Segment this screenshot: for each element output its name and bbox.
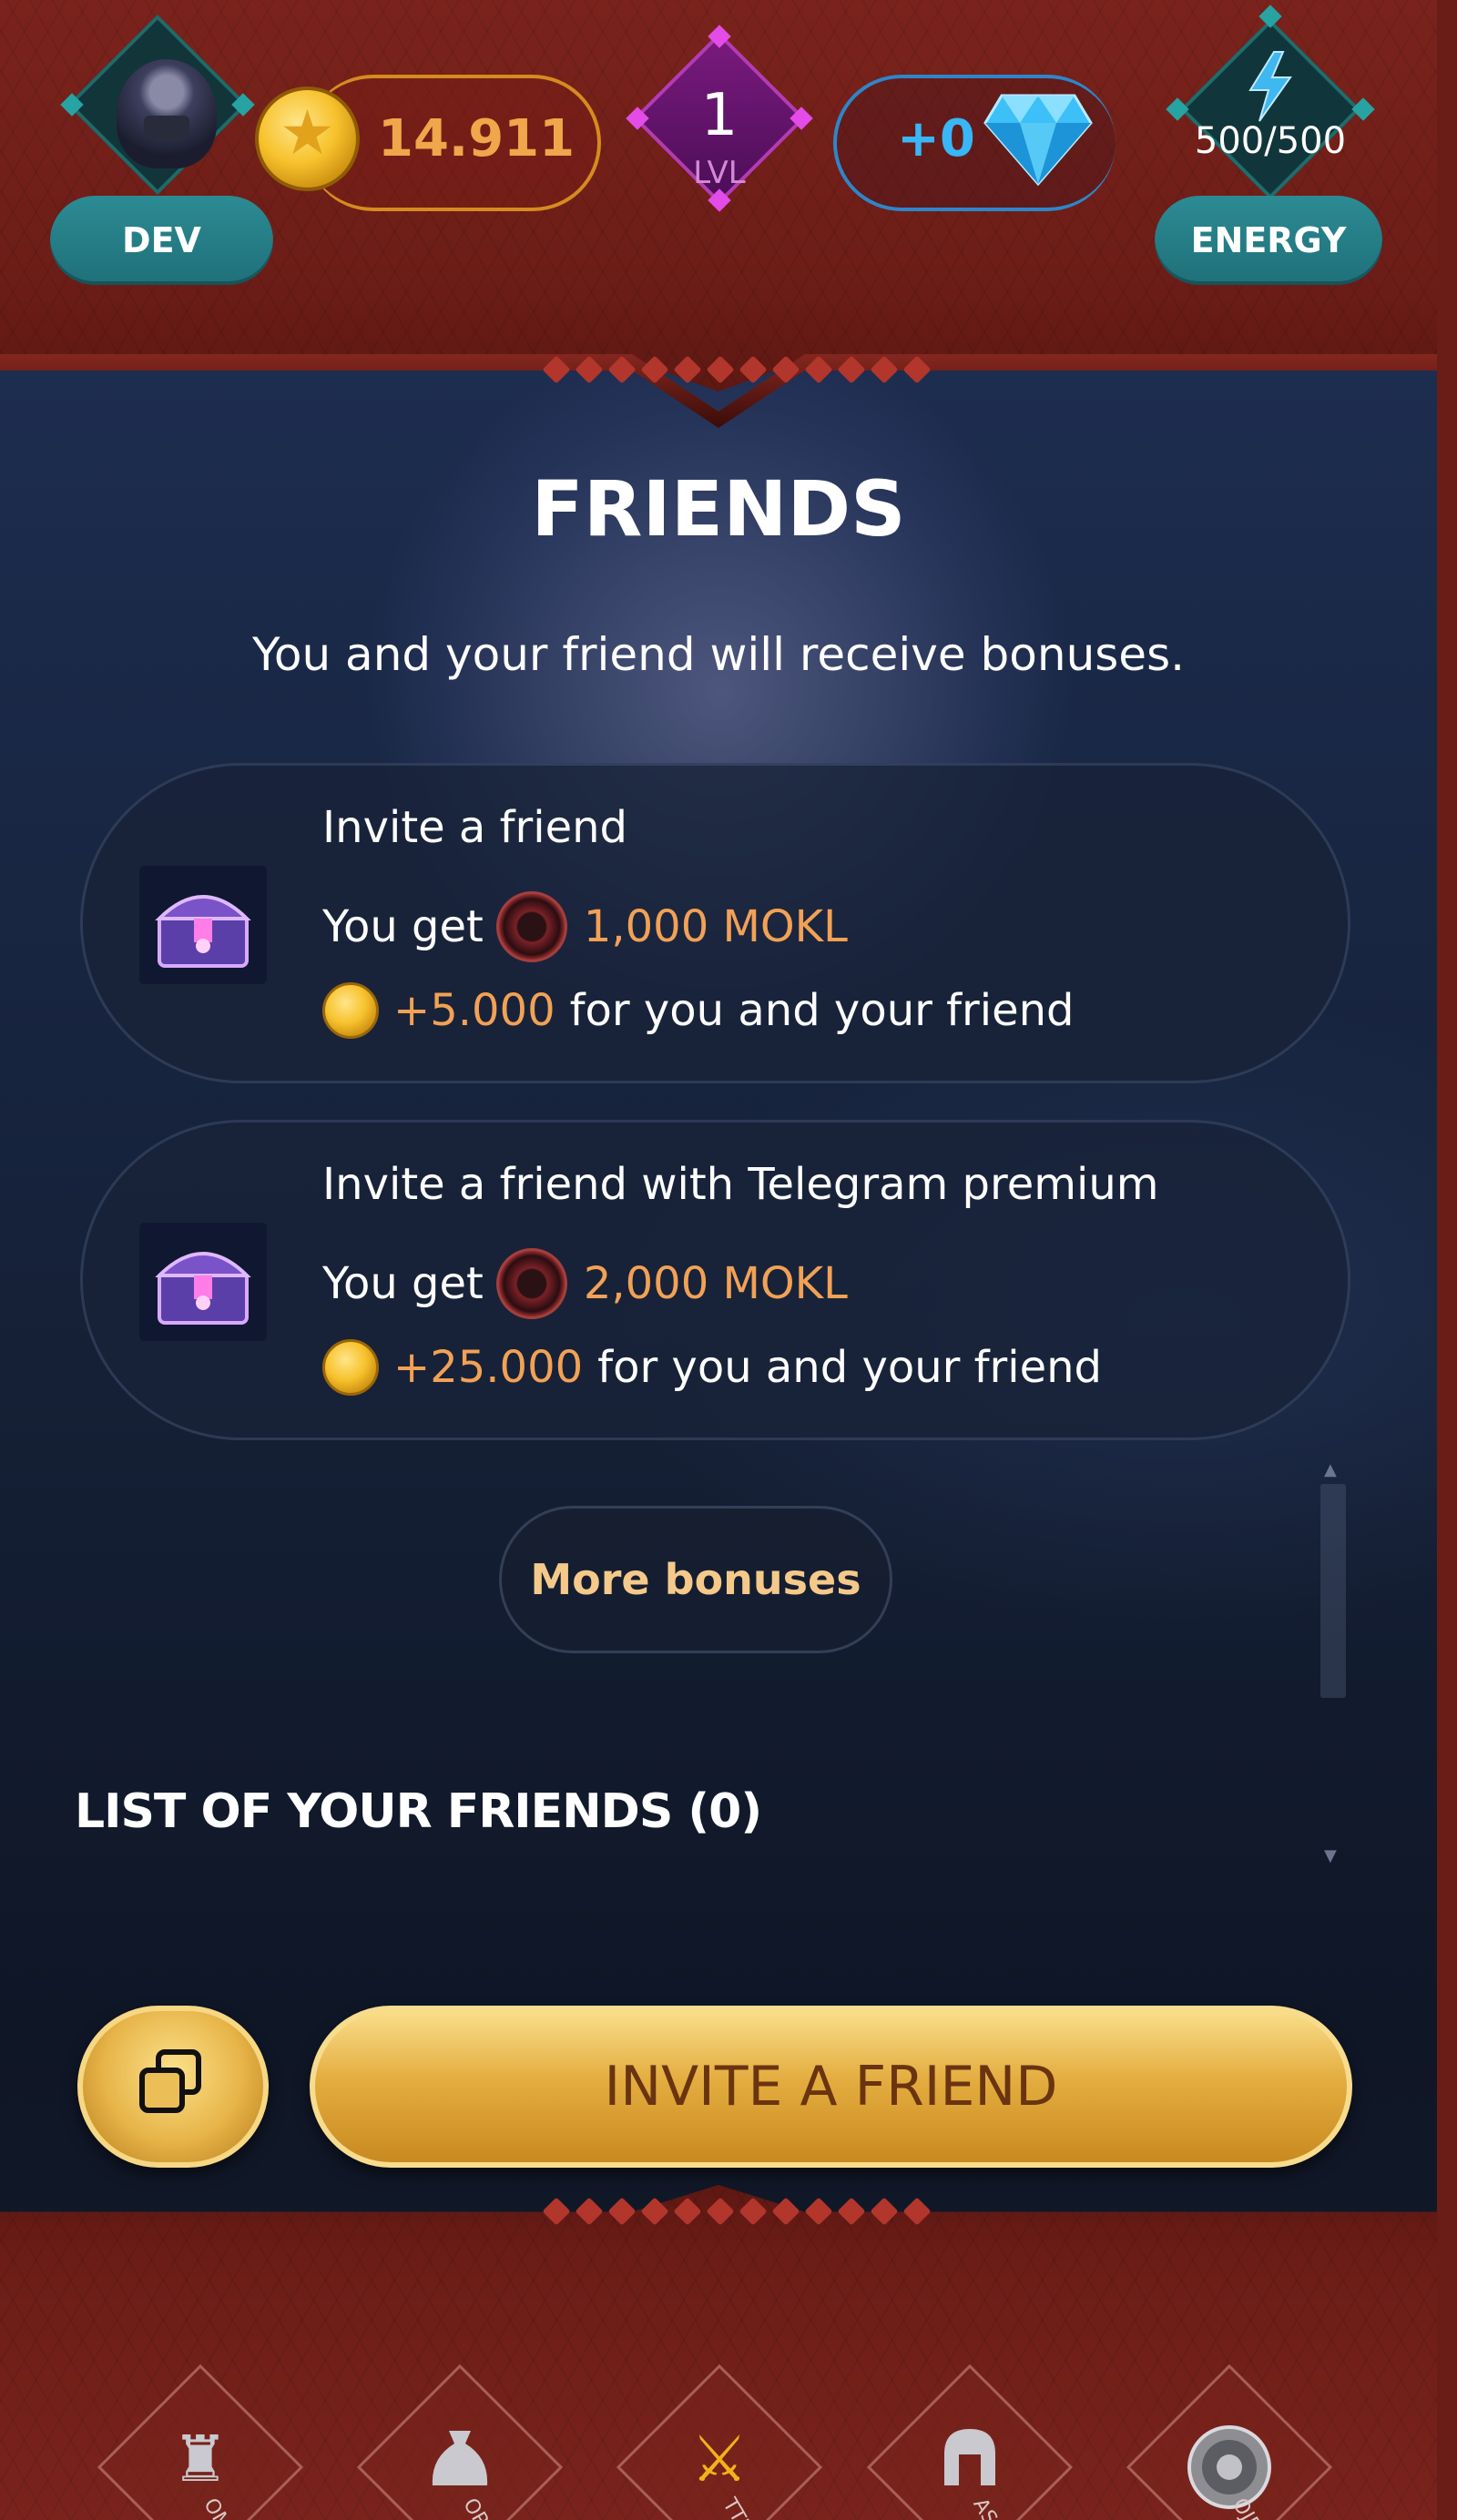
bonus-card-invite-premium-friend: Invite a friend with Telegram premium Yo… bbox=[80, 1120, 1350, 1440]
profile-button[interactable]: DEV bbox=[50, 196, 273, 285]
lightning-bolt-icon bbox=[1248, 51, 1292, 122]
scroll-down-arrow[interactable]: ▼ bbox=[1324, 1846, 1337, 1865]
bonus-card-invite-friend: Invite a friend You get 1,000 MOKL +5.00… bbox=[80, 763, 1350, 1083]
bottom-ornament bbox=[542, 2197, 932, 2226]
mokl-reward: 1,000 MOKL bbox=[583, 901, 848, 952]
nav-item-store[interactable]: ORE bbox=[351, 2358, 569, 2520]
coin-bonus-row: +5.000 for you and your friend bbox=[322, 982, 1075, 1039]
energy-button[interactable]: ENERGY bbox=[1155, 196, 1382, 285]
treasure-chest-icon bbox=[139, 1223, 267, 1341]
energy-value: 500/500 bbox=[1194, 120, 1347, 162]
mokl-reward: 2,000 MOKL bbox=[583, 1258, 848, 1309]
coin-bonus-suffix: for you and your friend bbox=[597, 1342, 1103, 1393]
diamond-gem-icon bbox=[983, 94, 1093, 187]
gold-coin-icon bbox=[322, 1339, 379, 1396]
level-label: LVL bbox=[693, 155, 746, 191]
invite-friend-button[interactable]: INVITE A FRIEND bbox=[310, 2006, 1352, 2168]
coin-balance: 14.911 bbox=[378, 109, 576, 168]
bonus-reward-row: You get 1,000 MOKL bbox=[322, 891, 848, 962]
scrollbar[interactable] bbox=[1320, 1484, 1346, 1698]
treasure-chest-icon bbox=[139, 866, 267, 984]
nav-item-seasons[interactable]: ASONS bbox=[861, 2358, 1079, 2520]
tower-icon: ♜ bbox=[171, 2422, 229, 2496]
friends-list-title: LIST OF YOUR FRIENDS (0) bbox=[75, 1784, 762, 1839]
gold-coin-icon bbox=[255, 86, 360, 191]
nav-item-home[interactable]: ♜ OME bbox=[91, 2358, 310, 2520]
coin-bonus-row: +25.000 for you and your friend bbox=[322, 1339, 1102, 1396]
right-edge-strip bbox=[1437, 0, 1457, 2520]
helmet-icon bbox=[861, 2422, 1079, 2510]
level-value: 1 bbox=[700, 82, 739, 149]
crossed-swords-icon: ⚔ bbox=[690, 2422, 749, 2496]
invite-friend-label: INVITE A FRIEND bbox=[604, 2055, 1058, 2119]
you-get-label: You get bbox=[322, 1258, 484, 1309]
gold-coin-icon bbox=[322, 982, 379, 1039]
profile-label: DEV bbox=[122, 220, 201, 260]
more-bonuses-label: More bonuses bbox=[530, 1555, 861, 1604]
avatar bbox=[117, 59, 217, 168]
top-ornament bbox=[542, 355, 932, 384]
mokl-token-icon bbox=[495, 891, 567, 962]
bonus-reward-row: You get 2,000 MOKL bbox=[322, 1248, 848, 1319]
coin-bonus-value: +5.000 bbox=[393, 985, 555, 1036]
level-badge[interactable]: 1 LVL bbox=[626, 25, 813, 212]
page-subtitle: You and your friend will receive bonuses… bbox=[251, 628, 1186, 681]
mokl-token-icon bbox=[495, 1248, 567, 1319]
coin-bonus-suffix: for you and your friend bbox=[569, 985, 1075, 1036]
scroll-up-arrow[interactable]: ▲ bbox=[1324, 1460, 1337, 1479]
gem-balance: +0 bbox=[897, 109, 975, 168]
bonus-title: Invite a friend with Telegram premium bbox=[322, 1159, 1159, 1210]
page-title: FRIENDS bbox=[531, 464, 906, 554]
friends-screen: DEV 14.911 1 LVL +0 500/500 ENERGY FRIEN… bbox=[0, 0, 1457, 2520]
nav-item-battles[interactable]: ⚔ TTLES bbox=[610, 2358, 829, 2520]
copy-link-button[interactable] bbox=[77, 2006, 269, 2168]
more-bonuses-button[interactable]: More bonuses bbox=[499, 1506, 892, 1653]
nav-item-project[interactable]: OJECT bbox=[1120, 2358, 1339, 2520]
bonus-title: Invite a friend bbox=[322, 802, 627, 853]
energy-label: ENERGY bbox=[1190, 220, 1347, 260]
profile-avatar-button[interactable] bbox=[60, 15, 255, 195]
coin-bonus-value: +25.000 bbox=[393, 1342, 584, 1393]
you-get-label: You get bbox=[322, 901, 484, 952]
bag-icon bbox=[351, 2422, 569, 2510]
